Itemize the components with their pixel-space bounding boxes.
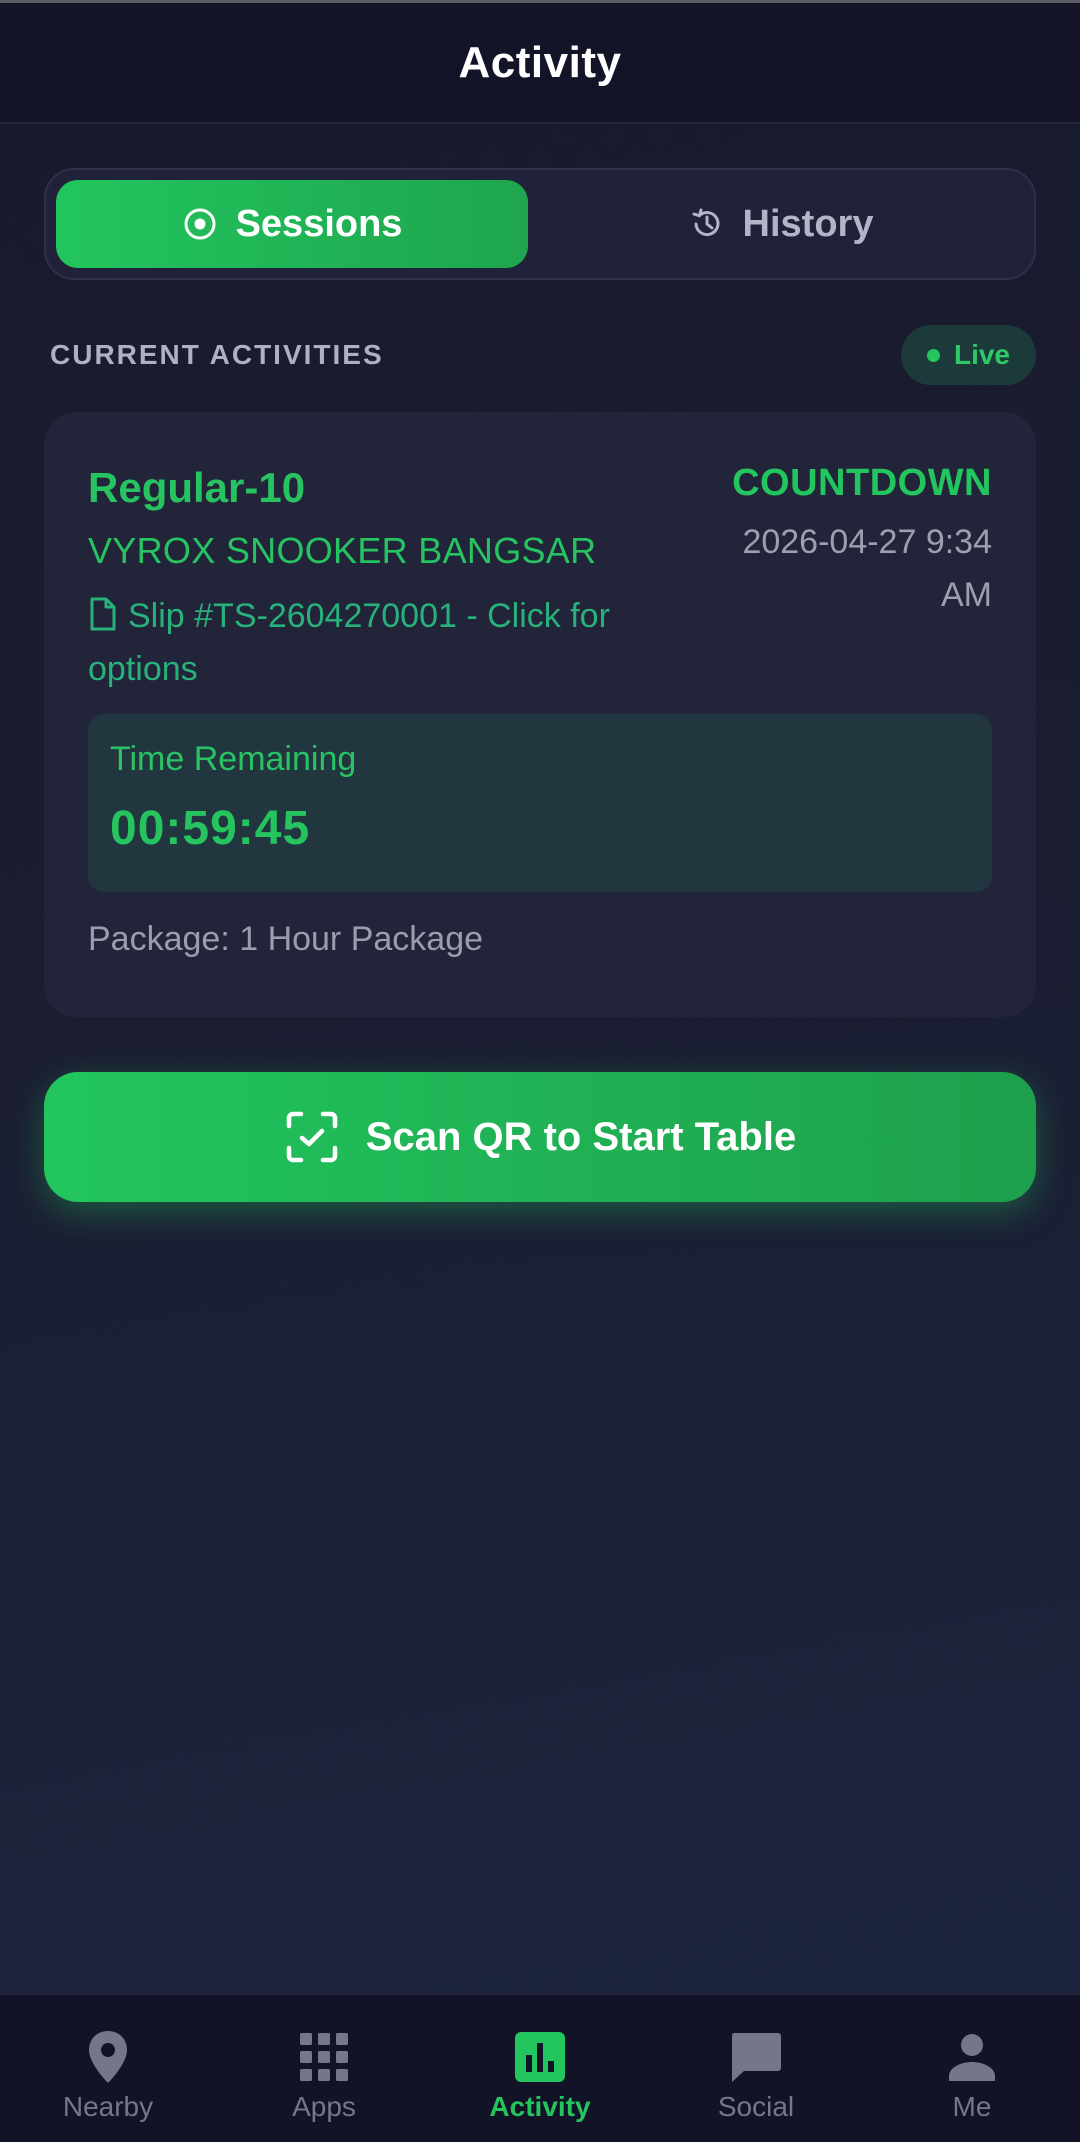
- nav-nearby[interactable]: Nearby: [0, 1995, 216, 2142]
- nav-nearby-label: Nearby: [62, 2091, 154, 2122]
- section-title: CURRENT ACTIVITIES: [50, 339, 384, 370]
- tab-sessions[interactable]: Sessions: [56, 180, 529, 268]
- live-dot-icon: [926, 348, 940, 362]
- nav-me[interactable]: Me: [864, 1995, 1080, 2142]
- venue-name: VYROX SNOOKER BANGSAR: [88, 530, 597, 571]
- history-clock-icon: [692, 208, 719, 237]
- chat-bubble-icon: [731, 2033, 781, 2082]
- nav-apps-label: Apps: [292, 2091, 356, 2122]
- tab-history[interactable]: History: [538, 180, 1024, 268]
- person-icon: [949, 2034, 995, 2081]
- nav-social[interactable]: Social: [648, 1995, 864, 2142]
- nav-apps[interactable]: Apps: [216, 1995, 432, 2142]
- location-pin-icon: [89, 2031, 127, 2083]
- tab-history-label: History: [742, 202, 874, 245]
- live-badge-label: Live: [953, 339, 1010, 370]
- slip-text: Slip #TS-2604270001 - Click for options: [88, 597, 610, 688]
- nav-activity[interactable]: Activity: [432, 1995, 648, 2142]
- nav-activity-label: Activity: [489, 2091, 591, 2122]
- session-mode: COUNTDOWN: [732, 462, 992, 504]
- app-header: Activity: [0, 3, 1080, 124]
- activity-card-header: Regular-10 VYROX SNOOKER BANGSAR Slip #T…: [88, 412, 992, 714]
- tab-switcher: Sessions History: [44, 168, 1036, 280]
- page-title: Activity: [458, 37, 622, 87]
- qr-scan-icon: [286, 1111, 338, 1163]
- bar-chart-icon: [515, 2032, 565, 2082]
- bottom-nav: Nearby Apps Activity Social Me: [0, 1993, 1080, 2142]
- timer-box: Time Remaining 00:59:45: [88, 714, 992, 892]
- nav-me-label: Me: [952, 2091, 992, 2122]
- apps-grid-icon: [300, 2033, 348, 2081]
- timer-value: 00:59:45: [110, 802, 311, 855]
- timer-label: Time Remaining: [110, 740, 357, 778]
- session-datetime: 2026-04-27 9:34 AM: [742, 523, 992, 614]
- table-name: Regular-10: [88, 464, 306, 511]
- scan-qr-label: Scan QR to Start Table: [365, 1114, 797, 1159]
- document-icon: [90, 597, 116, 631]
- live-badge: Live: [900, 325, 1036, 385]
- tab-sessions-label: Sessions: [235, 202, 403, 245]
- slip-link[interactable]: Slip #TS-2604270001 - Click for options: [88, 590, 698, 696]
- section-header: CURRENT ACTIVITIES Live: [50, 325, 1036, 385]
- nav-social-label: Social: [717, 2091, 795, 2122]
- scan-qr-button[interactable]: Scan QR to Start Table: [44, 1072, 1036, 1202]
- radio-target-icon: [184, 208, 216, 240]
- package-info: Package: 1 Hour Package: [88, 920, 484, 958]
- activity-card[interactable]: Regular-10 VYROX SNOOKER BANGSAR Slip #T…: [44, 412, 1036, 1017]
